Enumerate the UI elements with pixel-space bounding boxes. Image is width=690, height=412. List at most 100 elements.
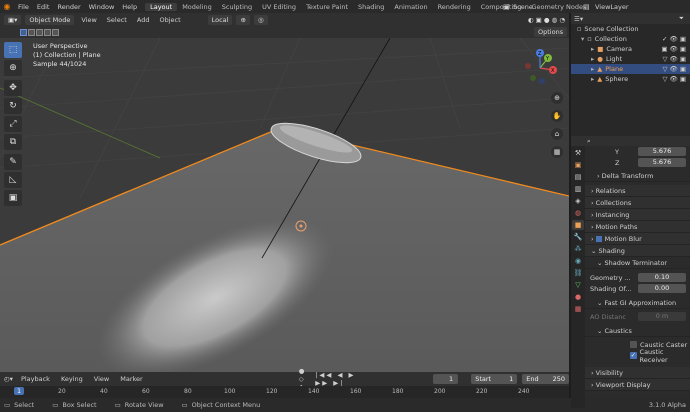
view-layer-name[interactable]: ViewLayer	[595, 3, 629, 11]
menu-select[interactable]: Select	[104, 16, 130, 24]
tab-modeling[interactable]: Modeling	[177, 3, 217, 11]
collection-row[interactable]: ▾ ▫ Collection ✓ 👁 ▣	[571, 34, 690, 44]
expand-chevron-icon[interactable]: ▸	[591, 55, 594, 63]
tab-layout[interactable]: Layout	[145, 2, 178, 11]
shading-offset-field[interactable]: Shading Of... 0.00	[585, 283, 690, 294]
ao-distance-value[interactable]: 0 m	[638, 312, 686, 321]
panel-shading[interactable]: ⌄ Shading	[585, 245, 690, 257]
panel-fast-gi[interactable]: ⌄ Fast GI Approximation	[585, 297, 690, 309]
object-tab-icon[interactable]: ■	[572, 220, 584, 230]
cursor-tool-icon[interactable]: ⊕	[4, 60, 22, 76]
scale-y-field[interactable]: Y 5.676	[585, 146, 690, 157]
data-tab-icon[interactable]: ▽	[572, 280, 584, 290]
move-tool-icon[interactable]: ✥	[4, 80, 22, 96]
expand-chevron-icon[interactable]: ▾	[581, 35, 584, 43]
panel-collections[interactable]: › Collections	[585, 197, 690, 209]
tab-uv-editing[interactable]: UV Editing	[257, 3, 301, 11]
panel-motion-paths[interactable]: › Motion Paths	[585, 221, 690, 233]
panel-motion-blur[interactable]: › Motion Blur	[585, 233, 690, 245]
scene-name[interactable]: Scene	[513, 3, 533, 11]
texture-tab-icon[interactable]: ▦	[572, 304, 584, 314]
panel-delta-transform[interactable]: › Delta Transform	[585, 170, 690, 182]
output-tab-icon[interactable]: ▤	[572, 172, 584, 182]
measure-tool-icon[interactable]: ◺	[4, 172, 22, 188]
outliner-editor-icon[interactable]: ☰▾	[571, 15, 583, 23]
render-tab-icon[interactable]: ▣	[572, 160, 584, 170]
panel-caustics[interactable]: ⌄ Caustics	[585, 325, 690, 337]
motion-blur-checkbox[interactable]	[595, 235, 602, 242]
panel-instancing[interactable]: › Instancing	[585, 209, 690, 221]
panel-visibility[interactable]: › Visibility	[585, 367, 690, 379]
editor-type-dropdown[interactable]: ▣▾	[4, 14, 22, 25]
scene-collection-row[interactable]: ▫ Scene Collection	[571, 24, 690, 34]
geometry-offset-field[interactable]: Geometry ... 0.10	[585, 272, 690, 283]
mode-dropdown[interactable]: Object Mode	[25, 14, 75, 25]
scene-icon[interactable]: ▣	[503, 3, 510, 11]
caustic-receiver-checkbox[interactable]: ✓	[630, 352, 637, 359]
menu-help[interactable]: Help	[118, 3, 141, 11]
shading-offset-value[interactable]: 0.00	[638, 284, 686, 293]
timeline-ruler[interactable]: 1 20 40 60 80 100 120 140 160 180 200 22…	[0, 386, 569, 398]
tab-shading[interactable]: Shading	[353, 3, 389, 11]
outliner-item-camera[interactable]: ▸ ■ Camera ▣ 👁 ▣	[571, 44, 690, 54]
outliner-item-plane[interactable]: ▸ ▲ Plane ▽ 👁 ▣	[571, 64, 690, 74]
visibility-icons[interactable]: ▽ 👁 ▣	[662, 65, 690, 73]
panel-viewport-display[interactable]: › Viewport Display	[585, 379, 690, 391]
menu-keying[interactable]: Keying	[58, 375, 86, 383]
y-value[interactable]: 5.676	[638, 147, 686, 156]
scale-z-field[interactable]: Z 5.676	[585, 157, 690, 168]
caustic-receiver-row[interactable]: ✓ Caustic Receiver	[585, 348, 690, 364]
menu-edit[interactable]: Edit	[33, 3, 54, 11]
select-mode-invert-icon[interactable]	[44, 28, 51, 36]
view-layer-tab-icon[interactable]: ▥	[572, 184, 584, 194]
current-frame-field[interactable]: 1	[433, 374, 459, 384]
menu-file[interactable]: File	[14, 3, 33, 11]
material-tab-icon[interactable]: ●	[572, 292, 584, 302]
outliner-item-sphere[interactable]: ▸ ▲ Sphere ▽ 👁 ▣	[571, 74, 690, 84]
camera-view-icon[interactable]: ⌂	[551, 128, 563, 140]
select-mode-new-icon[interactable]	[20, 28, 27, 36]
menu-render[interactable]: Render	[53, 3, 84, 11]
tool-tab-icon[interactable]: ⚒	[572, 148, 584, 158]
caustic-caster-checkbox[interactable]	[630, 341, 637, 348]
grid-view-icon[interactable]: ▦	[551, 146, 563, 158]
end-frame-field[interactable]: End 250	[522, 374, 569, 384]
add-cube-tool-icon[interactable]: ▣	[4, 190, 22, 206]
filter-icon[interactable]: ⏷	[679, 14, 690, 23]
scale-tool-icon[interactable]: ⤢	[4, 116, 22, 132]
expand-chevron-icon[interactable]: ▸	[591, 65, 594, 73]
tab-animation[interactable]: Animation	[389, 3, 432, 11]
outliner-item-light[interactable]: ▸ ● Light ▽ 👁 ▣	[571, 54, 690, 64]
modifier-tab-icon[interactable]: 🔧	[572, 232, 584, 242]
visibility-icons[interactable]: ▽ 👁 ▣	[662, 55, 690, 63]
menu-view[interactable]: View	[78, 16, 99, 24]
blender-logo-icon[interactable]: ◉	[0, 2, 14, 11]
world-tab-icon[interactable]: ◍	[572, 208, 584, 218]
annotate-tool-icon[interactable]: ✎	[4, 154, 22, 170]
start-frame-field[interactable]: Start 1	[471, 374, 518, 384]
proportional-edit-icon[interactable]: ◎	[253, 14, 268, 25]
zoom-icon[interactable]: ⊕	[551, 92, 563, 104]
snap-icon[interactable]: ⊕	[236, 14, 250, 25]
scene-tab-icon[interactable]: ◈	[572, 196, 584, 206]
viewport-shading-icons[interactable]: ◐ ▣ ● ◍ ◔	[528, 16, 569, 24]
playhead-marker[interactable]: 1	[14, 387, 25, 395]
panel-relations[interactable]: › Relations	[585, 185, 690, 197]
timeline-editor-icon[interactable]: ◴▾	[4, 375, 13, 383]
menu-add[interactable]: Add	[134, 16, 153, 24]
tab-rendering[interactable]: Rendering	[433, 3, 476, 11]
tab-sculpting[interactable]: Sculpting	[217, 3, 257, 11]
menu-marker[interactable]: Marker	[117, 375, 145, 383]
physics-tab-icon[interactable]: ◉	[572, 256, 584, 266]
playback-controls[interactable]: |◀◀ ◀ ▶ ▶▶ ▶|	[315, 371, 358, 387]
rotate-tool-icon[interactable]: ↻	[4, 98, 22, 114]
panel-shadow-terminator[interactable]: ⌄ Shadow Terminator	[585, 257, 690, 269]
properties-search-icon[interactable]: ⌕	[587, 137, 591, 146]
tab-geometry-nodes[interactable]: Geometry Nodes	[527, 3, 592, 11]
select-mode-subtract-icon[interactable]	[36, 28, 43, 36]
ao-distance-field[interactable]: AO Distanc 0 m	[585, 311, 690, 322]
options-dropdown[interactable]: Options	[534, 27, 568, 37]
menu-timeline-view[interactable]: View	[91, 375, 112, 383]
menu-playback[interactable]: Playback	[18, 375, 53, 383]
3d-viewport[interactable]	[0, 38, 569, 372]
